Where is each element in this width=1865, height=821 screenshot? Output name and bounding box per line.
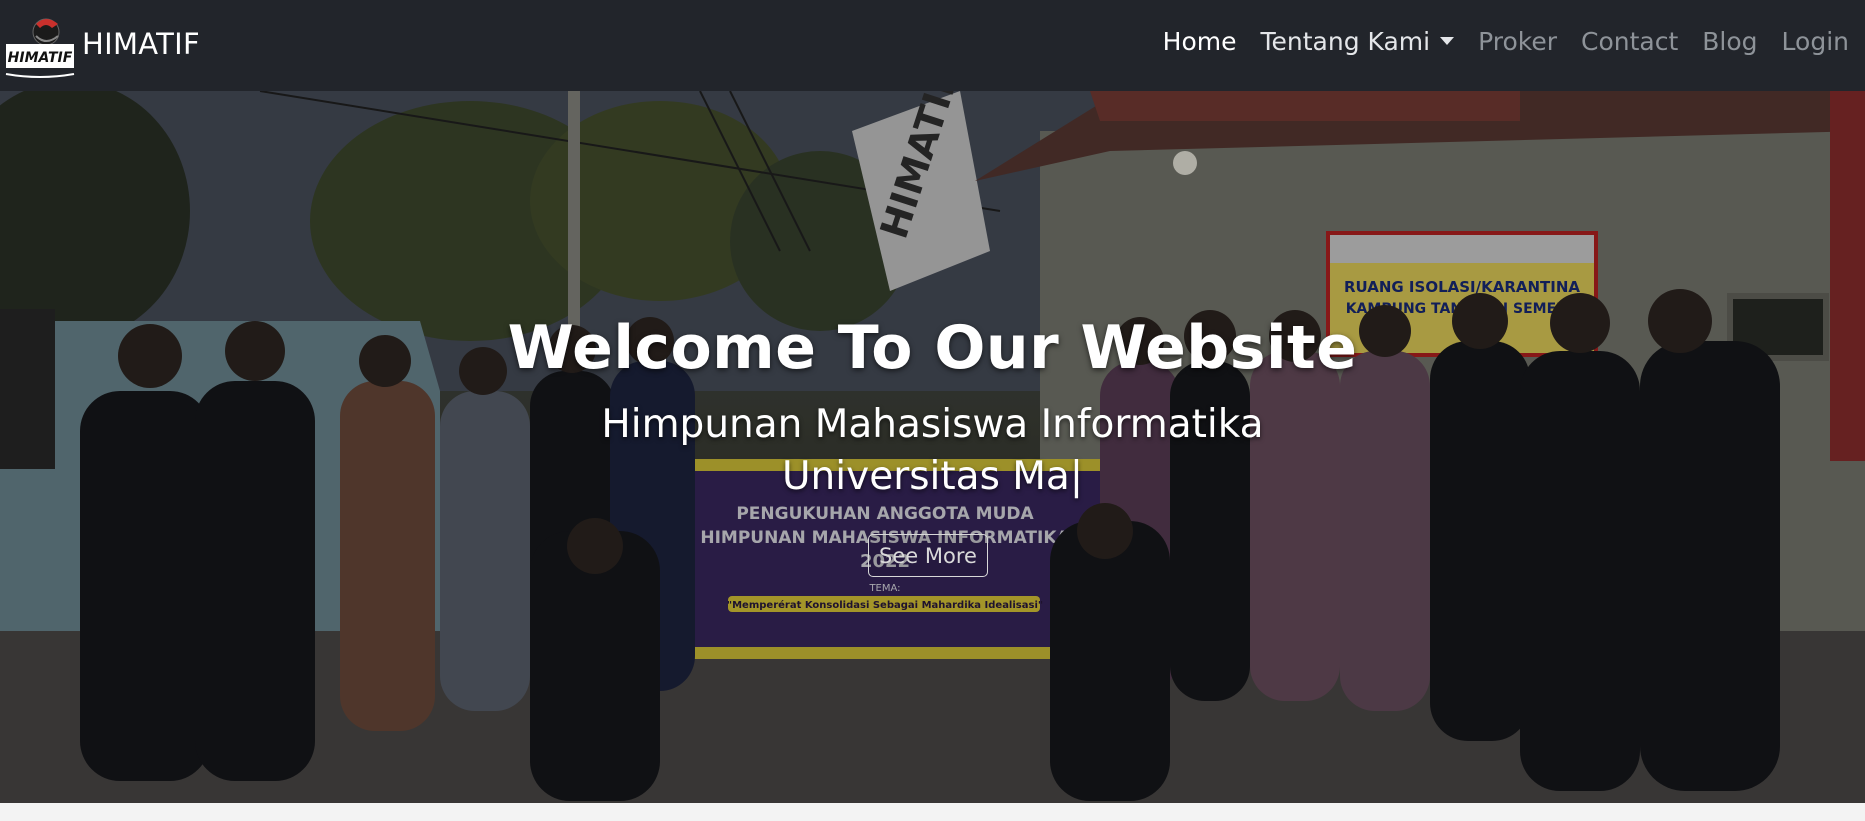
chevron-down-icon <box>1440 37 1455 45</box>
hero-subtitle-line2: Universitas Ma <box>0 451 1865 503</box>
hero-title: Welcome To Our Website <box>507 313 1358 383</box>
page-bottom-strip <box>0 803 1865 821</box>
himatif-logo[interactable]: HIMATIF <box>0 10 78 82</box>
hero-subtitle-line1: Himpunan Mahasiswa Informatika <box>601 402 1264 447</box>
nav-blog[interactable]: Blog <box>1702 27 1757 56</box>
nav-proker[interactable]: Proker <box>1478 27 1557 56</box>
top-navbar: HIMATIF HIMATIF Home Tentang Kami Proker… <box>0 0 1865 91</box>
nav-login[interactable]: Login <box>1782 27 1849 56</box>
brand[interactable]: HIMATIF HIMATIF <box>0 0 200 91</box>
nav-tentang-kami[interactable]: Tentang Kami <box>1261 27 1455 56</box>
nav-home[interactable]: Home <box>1163 27 1237 56</box>
nav-contact[interactable]: Contact <box>1581 27 1678 56</box>
see-more-button[interactable]: See More <box>868 534 988 577</box>
hero-subtitle: Himpunan Mahasiswa Informatika Universit… <box>0 399 1865 503</box>
brand-name[interactable]: HIMATIF <box>82 27 200 61</box>
nav-tentang-kami-label: Tentang Kami <box>1260 26 1431 56</box>
hero-section: HIMATIF RUANG ISOLASI/KARANTINA KAMPUNG … <box>0 91 1865 803</box>
logo-text: HIMATIF <box>8 50 73 66</box>
main-nav: Home Tentang Kami Proker Contact Blog Lo… <box>1139 0 1849 82</box>
